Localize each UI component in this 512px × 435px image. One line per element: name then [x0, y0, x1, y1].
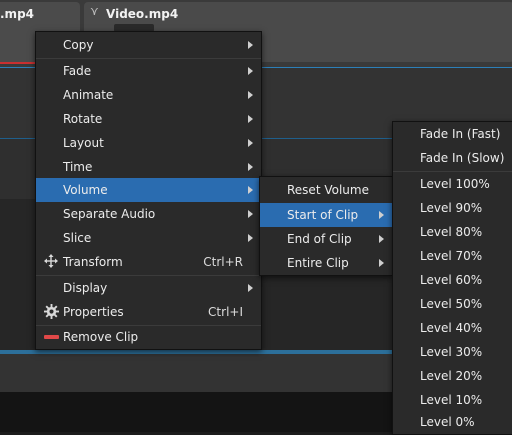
shortcut-label: Ctrl+I — [208, 305, 243, 319]
menu-item-label: Entire Clip — [287, 256, 349, 270]
submenu-arrow-icon — [248, 210, 253, 218]
start-of-clip-submenu: Fade In (Fast) Fade In (Slow) Level 100%… — [392, 121, 512, 435]
submenu-arrow-icon — [248, 91, 253, 99]
shortcut-label: Ctrl+R — [203, 255, 243, 269]
menu-item-entire-clip[interactable]: Entire Clip — [260, 251, 392, 275]
menu-item-level-100[interactable]: Level 100% — [393, 172, 512, 196]
menu-item-label: Remove Clip — [63, 330, 139, 344]
menu-item-reset-volume[interactable]: Reset Volume — [260, 178, 392, 202]
menu-item-label: Properties — [63, 305, 124, 319]
menu-item-rotate[interactable]: Rotate — [36, 107, 261, 131]
menu-item-label: End of Clip — [287, 232, 352, 246]
submenu-arrow-icon — [248, 234, 253, 242]
menu-item-label: Level 10% — [420, 393, 483, 407]
move-icon — [44, 254, 58, 271]
menu-item-label: Level 60% — [420, 273, 483, 287]
menu-item-label: Fade In (Slow) — [420, 151, 505, 165]
menu-item-level-30[interactable]: Level 30% — [393, 340, 512, 364]
menu-item-level-80[interactable]: Level 80% — [393, 220, 512, 244]
menu-item-label: Time — [63, 160, 93, 174]
menu-item-label: Volume — [63, 183, 108, 197]
submenu-arrow-icon — [248, 41, 253, 49]
submenu-arrow-icon — [379, 259, 384, 267]
submenu-arrow-icon — [248, 284, 253, 292]
submenu-arrow-icon — [248, 67, 253, 75]
menu-item-level-20[interactable]: Level 20% — [393, 364, 512, 388]
menu-item-label: Slice — [63, 231, 92, 245]
menu-item-animate[interactable]: Animate — [36, 83, 261, 107]
clip-title: .mp4 — [0, 7, 35, 21]
menu-item-copy[interactable]: Copy — [36, 33, 261, 57]
menu-item-end-of-clip[interactable]: End of Clip — [260, 227, 392, 251]
submenu-arrow-icon — [379, 211, 384, 219]
menu-item-level-70[interactable]: Level 70% — [393, 244, 512, 268]
menu-item-level-40[interactable]: Level 40% — [393, 316, 512, 340]
menu-item-label: Level 100% — [420, 177, 490, 191]
menu-item-label: Fade In (Fast) — [420, 127, 501, 141]
menu-item-level-10[interactable]: Level 10% — [393, 388, 512, 412]
submenu-arrow-icon — [248, 115, 253, 123]
menu-item-fade-in-slow[interactable]: Fade In (Slow) — [393, 146, 512, 170]
menu-item-label: Reset Volume — [287, 183, 369, 197]
menu-item-start-of-clip[interactable]: Start of Clip — [260, 203, 392, 227]
menu-item-label: Level 0% — [420, 415, 475, 429]
menu-item-separate-audio[interactable]: Separate Audio — [36, 202, 261, 226]
clip-context-menu: Copy Fade Animate Rotate Layout Time Vol… — [35, 31, 262, 350]
volume-submenu: Reset Volume Start of Clip End of Clip E… — [259, 176, 393, 276]
submenu-arrow-icon — [379, 235, 384, 243]
menu-item-properties[interactable]: Properties Ctrl+I — [36, 300, 261, 324]
menu-item-transform[interactable]: Transform Ctrl+R — [36, 250, 261, 274]
menu-item-label: Level 40% — [420, 321, 483, 335]
menu-item-label: Separate Audio — [63, 207, 156, 221]
menu-item-label: Rotate — [63, 112, 103, 126]
menu-item-fade[interactable]: Fade — [36, 59, 261, 83]
menu-item-label: Display — [63, 281, 108, 295]
menu-item-label: Fade — [63, 64, 92, 78]
gear-icon — [44, 304, 59, 322]
menu-item-label: Level 30% — [420, 345, 483, 359]
submenu-arrow-icon — [248, 186, 253, 194]
menu-item-label: Transform — [63, 255, 123, 269]
menu-item-slice[interactable]: Slice — [36, 226, 261, 250]
clip-menu-chevron-icon[interactable]: ⋎ — [90, 4, 99, 18]
menu-item-level-90[interactable]: Level 90% — [393, 196, 512, 220]
menu-item-time[interactable]: Time — [36, 155, 261, 179]
submenu-arrow-icon — [248, 163, 253, 171]
menu-item-label: Level 90% — [420, 201, 483, 215]
menu-item-label: Animate — [63, 88, 114, 102]
menu-item-layout[interactable]: Layout — [36, 131, 261, 155]
remove-icon — [44, 335, 59, 339]
menu-item-volume[interactable]: Volume — [36, 178, 261, 202]
menu-item-label: Start of Clip — [287, 208, 359, 222]
menu-item-fade-in-fast[interactable]: Fade In (Fast) — [393, 122, 512, 146]
menu-item-level-50[interactable]: Level 50% — [393, 292, 512, 316]
menu-item-label: Level 20% — [420, 369, 483, 383]
menu-item-remove-clip[interactable]: Remove Clip — [36, 325, 261, 349]
menu-item-label: Level 50% — [420, 297, 483, 311]
menu-item-label: Level 70% — [420, 249, 483, 263]
clip-title: Video.mp4 — [106, 7, 179, 21]
submenu-arrow-icon — [248, 139, 253, 147]
menu-item-level-60[interactable]: Level 60% — [393, 268, 512, 292]
menu-item-label: Level 80% — [420, 225, 483, 239]
menu-item-label: Layout — [63, 136, 104, 150]
menu-item-display[interactable]: Display — [36, 276, 261, 300]
menu-item-level-0[interactable]: Level 0% — [393, 410, 512, 434]
menu-item-label: Copy — [63, 38, 94, 52]
